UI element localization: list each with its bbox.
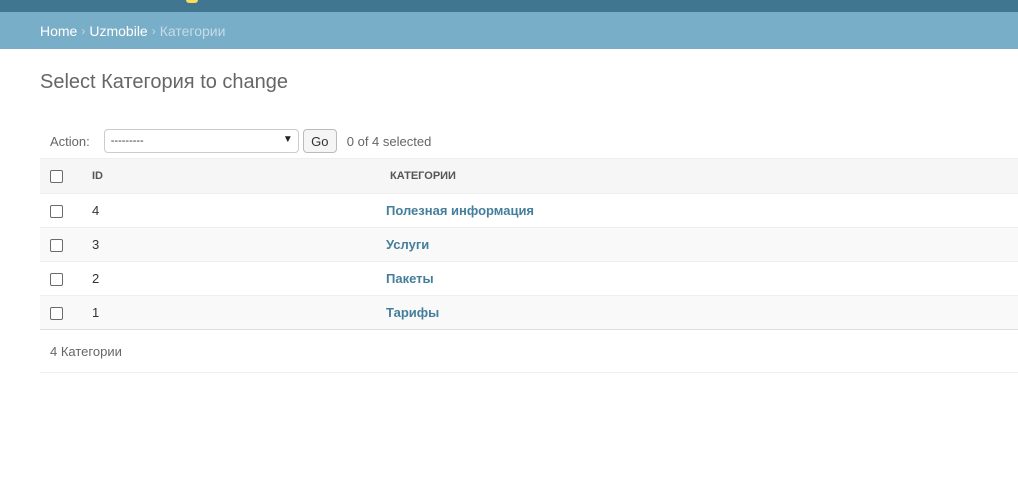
row-check-cell (40, 295, 92, 330)
row-checkbox[interactable] (50, 239, 63, 253)
category-link[interactable]: Полезная информация (386, 203, 534, 218)
action-select[interactable]: --------- (103, 129, 299, 153)
row-check-cell (40, 227, 92, 262)
column-header-id[interactable]: ID (92, 158, 386, 194)
category-link[interactable]: Пакеты (386, 271, 434, 286)
row-check-cell (40, 261, 92, 296)
select-all-cell (40, 158, 92, 194)
main-content: Select Категория to change Action: -----… (0, 70, 1018, 373)
row-category-cell: Услуги (386, 227, 1018, 262)
breadcrumb-home-link[interactable]: Home (40, 23, 77, 39)
row-id: 1 (92, 295, 386, 330)
go-button[interactable]: Go (302, 129, 337, 153)
action-select-wrapper: --------- ▼ (103, 129, 299, 153)
row-category-cell: Пакеты (386, 261, 1018, 296)
breadcrumb-separator: › (81, 23, 86, 38)
table-row: 2 Пакеты (40, 261, 1018, 296)
row-id: 4 (92, 193, 386, 228)
row-category-cell: Полезная информация (386, 193, 1018, 228)
table-row: 1 Тарифы (40, 295, 1018, 330)
row-checkbox[interactable] (50, 205, 63, 219)
site-header (0, 0, 1018, 12)
table-header-row: ID КАТЕГОРИИ (40, 158, 1018, 194)
page-title: Select Категория to change (40, 71, 289, 93)
header-accent (186, 0, 198, 3)
column-header-category[interactable]: КАТЕГОРИИ (386, 158, 1018, 194)
row-id: 2 (92, 261, 386, 296)
row-check-cell (40, 193, 92, 228)
breadcrumb-app-link[interactable]: Uzmobile (89, 23, 147, 39)
breadcrumb: Home › Uzmobile › Категории (0, 12, 1018, 49)
paginator: 4 Категории (40, 330, 1018, 373)
row-checkbox[interactable] (50, 307, 63, 321)
row-id: 3 (92, 227, 386, 262)
category-link[interactable]: Тарифы (386, 305, 439, 320)
row-category-cell: Тарифы (386, 295, 1018, 330)
table-row: 3 Услуги (40, 227, 1018, 262)
selected-count: 0 of 4 selected (346, 133, 432, 149)
category-link[interactable]: Услуги (386, 237, 429, 252)
table-row: 4 Полезная информация (40, 193, 1018, 228)
action-label: Action: (50, 133, 90, 149)
breadcrumb-separator: › (151, 23, 156, 38)
results-table: ID КАТЕГОРИИ 4 Полезная информация 3 Усл… (40, 158, 1018, 330)
actions-bar: Action: --------- ▼ Go 0 of 4 selected (40, 124, 1018, 158)
row-checkbox[interactable] (50, 273, 63, 287)
select-all-checkbox[interactable] (50, 169, 63, 183)
breadcrumb-current: Категории (159, 22, 226, 39)
